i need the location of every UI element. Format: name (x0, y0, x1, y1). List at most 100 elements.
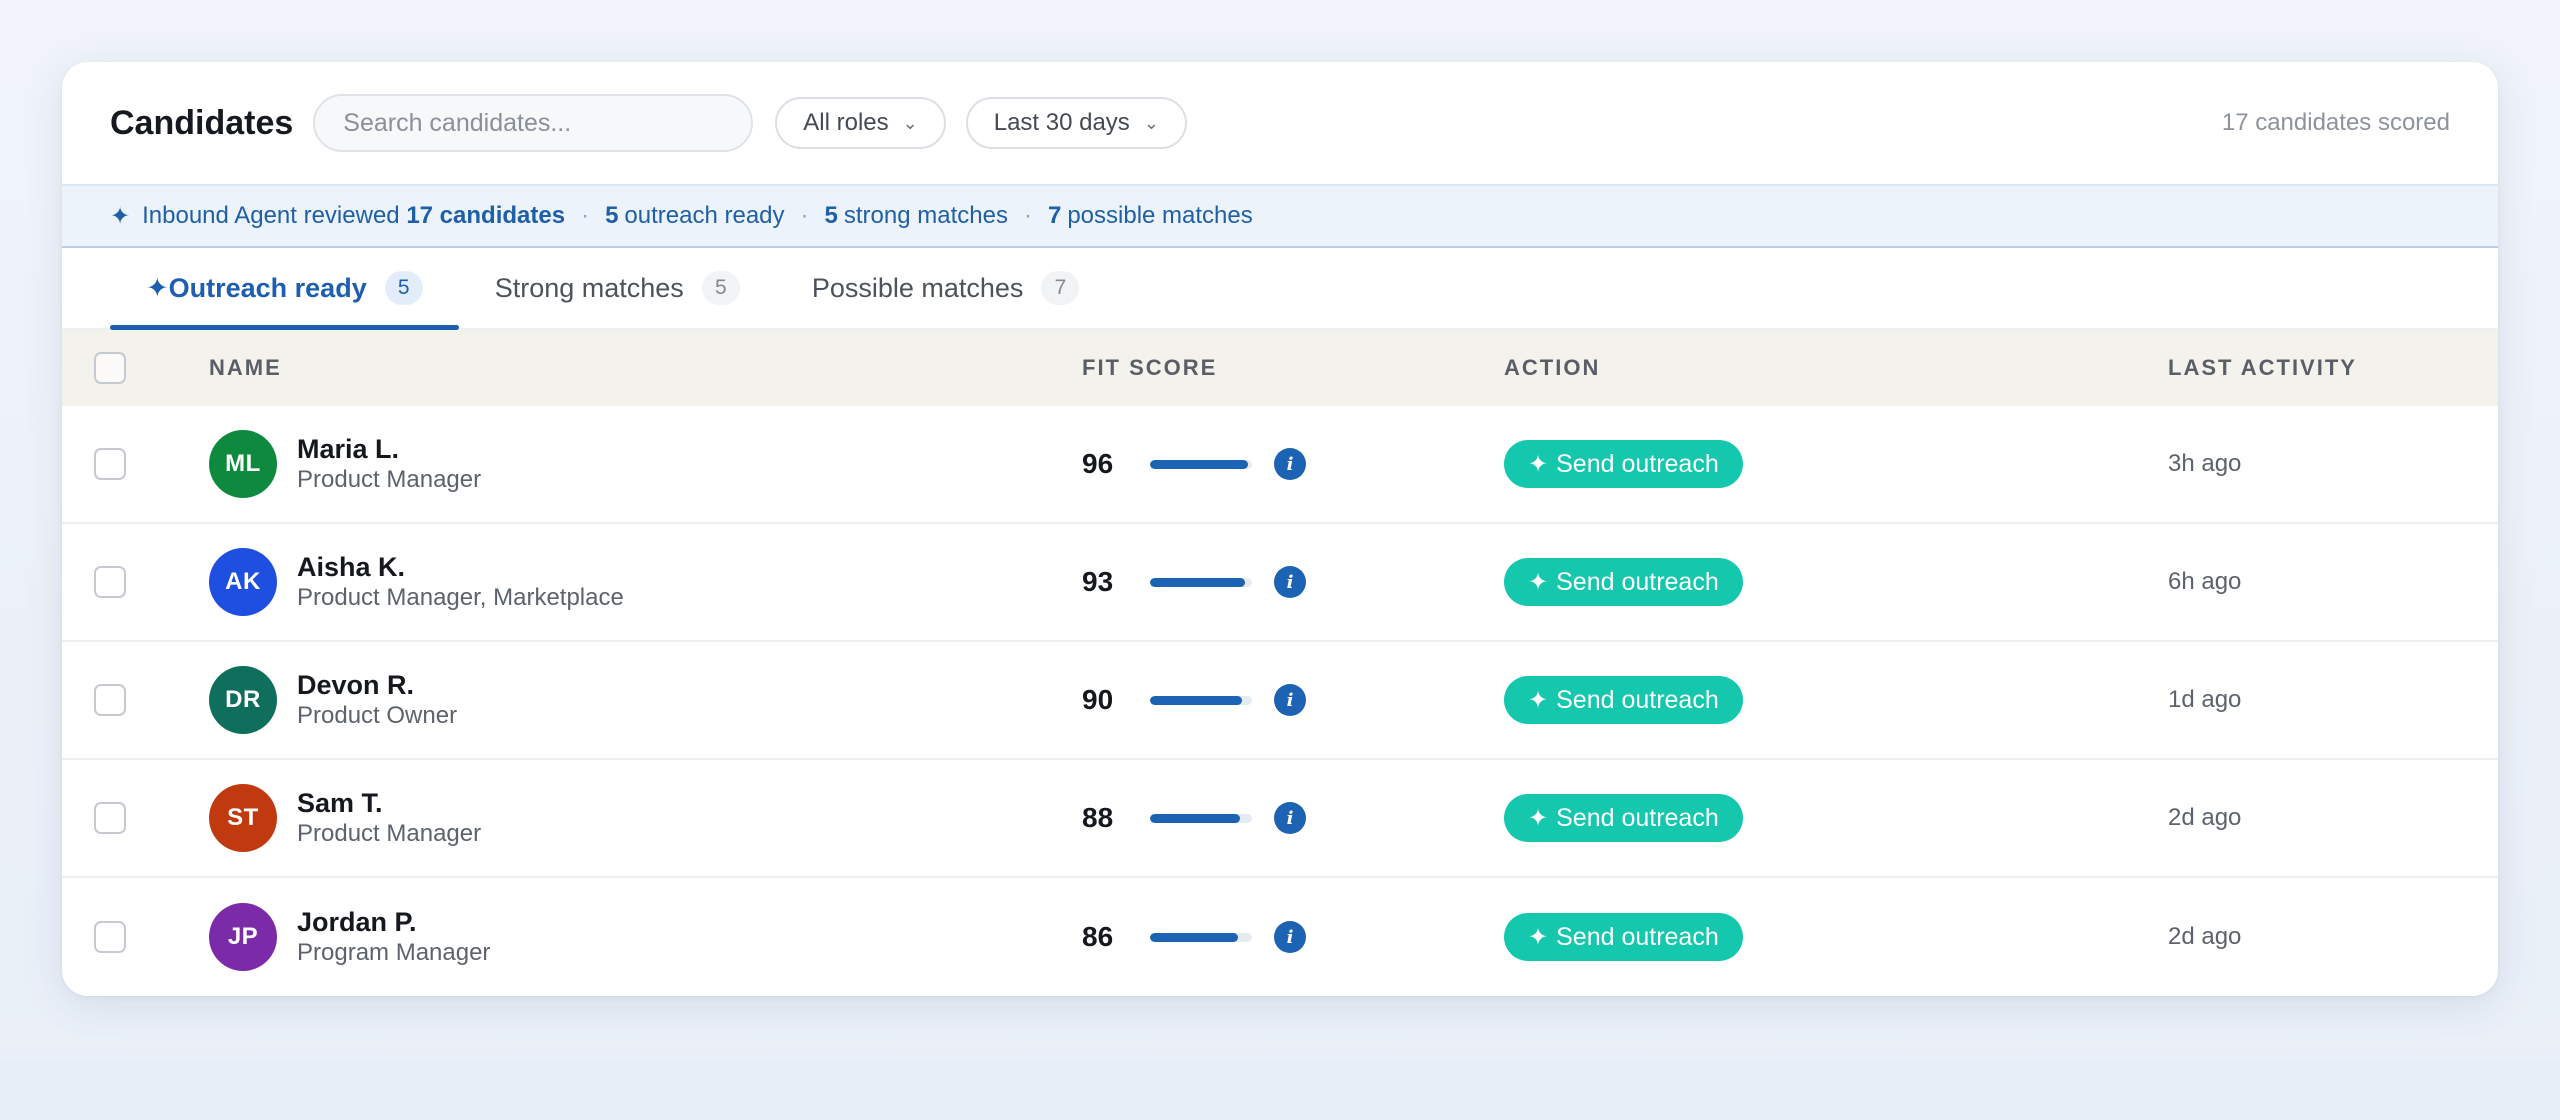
chevron-down-icon: ⌄ (902, 112, 918, 133)
info-icon[interactable]: i (1274, 448, 1306, 480)
banner-reviewed: 17 candidates (406, 202, 566, 229)
scored-count: 17 candidates scored (2221, 109, 2450, 136)
avatar: AK (209, 548, 277, 616)
avatar: ML (209, 430, 277, 498)
table-row[interactable]: JP Jordan P. Program Manager 86 i ✦ Send … (62, 878, 2498, 996)
agent-summary-banner: ✦ Inbound Agent reviewed 17 candidates ·… (62, 184, 2498, 248)
candidate-role: Program Manager (297, 939, 491, 966)
send-outreach-button[interactable]: ✦ Send outreach (1504, 794, 1743, 842)
info-icon[interactable]: i (1274, 684, 1306, 716)
send-outreach-button[interactable]: ✦ Send outreach (1504, 676, 1743, 724)
candidate-name[interactable]: Jordan P. (297, 906, 490, 938)
sparkle-icon: ✦ (1528, 450, 1549, 478)
last-activity: 1d ago (2168, 686, 2242, 713)
banner-prefix: Inbound Agent reviewed (142, 202, 400, 229)
row-checkbox[interactable] (94, 684, 126, 716)
candidate-name[interactable]: Sam T. (297, 787, 481, 819)
row-checkbox[interactable] (94, 921, 126, 953)
row-checkbox[interactable] (94, 448, 126, 480)
send-outreach-label: Send outreach (1556, 449, 1719, 478)
sparkle-icon: ✦ (146, 272, 169, 303)
fit-score-bar-fill (1150, 932, 1238, 942)
fit-score-bar (1150, 577, 1252, 587)
separator: · (800, 202, 809, 229)
table-body: ML Maria L. Product Manager 96 i ✦ Send o… (62, 406, 2498, 996)
column-header-fit-score[interactable]: FIT SCORE (1082, 355, 1217, 381)
fit-score-value: 88 (1082, 802, 1114, 833)
fit-score-bar-fill (1150, 459, 1248, 469)
candidate-role: Product Manager, Marketplace (297, 584, 624, 611)
fit-score-bar (1150, 932, 1252, 942)
fit-score-bar (1150, 459, 1252, 469)
avatar: JP (209, 903, 277, 971)
tab-possible-matches[interactable]: Possible matches 7 (776, 248, 1116, 328)
separator: · (1023, 202, 1032, 229)
tab-count-badge: 5 (701, 271, 740, 305)
table-row[interactable]: ML Maria L. Product Manager 96 i ✦ Send o… (62, 406, 2498, 524)
tab-label: Outreach ready (168, 272, 367, 303)
table-row[interactable]: ST Sam T. Product Manager 88 i ✦ Send out… (62, 760, 2498, 878)
avatar: DR (209, 666, 277, 734)
banner-possible-count: 7 (1047, 202, 1062, 229)
select-all-checkbox[interactable] (94, 352, 126, 384)
send-outreach-label: Send outreach (1556, 567, 1719, 596)
fit-score-value: 96 (1082, 448, 1114, 479)
candidate-name[interactable]: Devon R. (297, 669, 457, 701)
tab-strong-matches[interactable]: Strong matches 5 (459, 248, 776, 328)
banner-outreach-text: outreach ready (624, 202, 785, 229)
fit-score-value: 93 (1082, 566, 1114, 597)
fit-score-bar (1150, 695, 1252, 705)
send-outreach-label: Send outreach (1556, 685, 1719, 714)
separator: · (581, 202, 590, 229)
sparkle-icon: ✦ (1528, 804, 1549, 832)
role-filter-dropdown[interactable]: All roles ⌄ (775, 97, 946, 149)
column-header-last-activity[interactable]: LAST ACTIVITY (2168, 355, 2357, 381)
tab-bar: ✦ Outreach ready 5 Strong matches 5 Possi… (62, 248, 2498, 330)
candidates-card: Candidates All roles ⌄ Last 30 days ⌄ 17… (62, 62, 2498, 996)
sparkle-icon: ✦ (1528, 686, 1549, 714)
row-checkbox[interactable] (94, 566, 126, 598)
row-checkbox[interactable] (94, 802, 126, 834)
search-input[interactable] (343, 108, 724, 138)
sparkle-icon: ✦ (1528, 923, 1549, 951)
fit-score-value: 90 (1082, 684, 1114, 715)
last-activity: 6h ago (2168, 568, 2242, 595)
banner-outreach-count: 5 (605, 202, 619, 229)
chevron-down-icon: ⌄ (1143, 112, 1159, 133)
fit-score-bar-fill (1150, 577, 1245, 587)
table-header: NAME FIT SCORE ACTION LAST ACTIVITY (62, 330, 2498, 406)
send-outreach-button[interactable]: ✦ Send outreach (1504, 558, 1743, 606)
send-outreach-button[interactable]: ✦ Send outreach (1504, 913, 1743, 961)
fit-score-bar-fill (1150, 813, 1240, 823)
date-filter-label: Last 30 days (993, 109, 1130, 136)
column-header-action: ACTION (1504, 355, 1601, 380)
role-filter-label: All roles (803, 109, 889, 136)
tab-outreach-ready[interactable]: ✦ Outreach ready 5 (110, 248, 459, 330)
sparkle-icon: ✦ (1528, 568, 1549, 596)
search-box[interactable] (313, 94, 754, 152)
send-outreach-label: Send outreach (1556, 922, 1719, 951)
fit-score-bar-fill (1150, 695, 1242, 705)
last-activity: 2d ago (2168, 804, 2242, 831)
info-icon[interactable]: i (1274, 566, 1306, 598)
banner-strong-text: strong matches (843, 202, 1008, 229)
send-outreach-label: Send outreach (1556, 803, 1719, 832)
candidate-name[interactable]: Maria L. (297, 433, 481, 465)
last-activity: 3h ago (2168, 450, 2242, 477)
page-title: Candidates (110, 103, 294, 142)
table-row[interactable]: DR Devon R. Product Owner 90 i ✦ Send out… (62, 642, 2498, 760)
header: Candidates All roles ⌄ Last 30 days ⌄ 17… (62, 62, 2498, 184)
column-header-name[interactable]: NAME (209, 355, 282, 381)
date-filter-dropdown[interactable]: Last 30 days ⌄ (965, 97, 1187, 149)
info-icon[interactable]: i (1274, 921, 1306, 953)
tab-label: Strong matches (494, 272, 684, 303)
send-outreach-button[interactable]: ✦ Send outreach (1504, 440, 1743, 488)
tab-label: Possible matches (811, 272, 1024, 303)
candidate-name[interactable]: Aisha K. (297, 551, 624, 583)
background-band (0, 1058, 2560, 1120)
info-icon[interactable]: i (1274, 802, 1306, 834)
candidate-role: Product Manager (297, 466, 482, 493)
table-row[interactable]: AK Aisha K. Product Manager, Marketplace… (62, 524, 2498, 642)
avatar: ST (209, 784, 277, 852)
banner-possible-text: possible matches (1067, 202, 1253, 229)
